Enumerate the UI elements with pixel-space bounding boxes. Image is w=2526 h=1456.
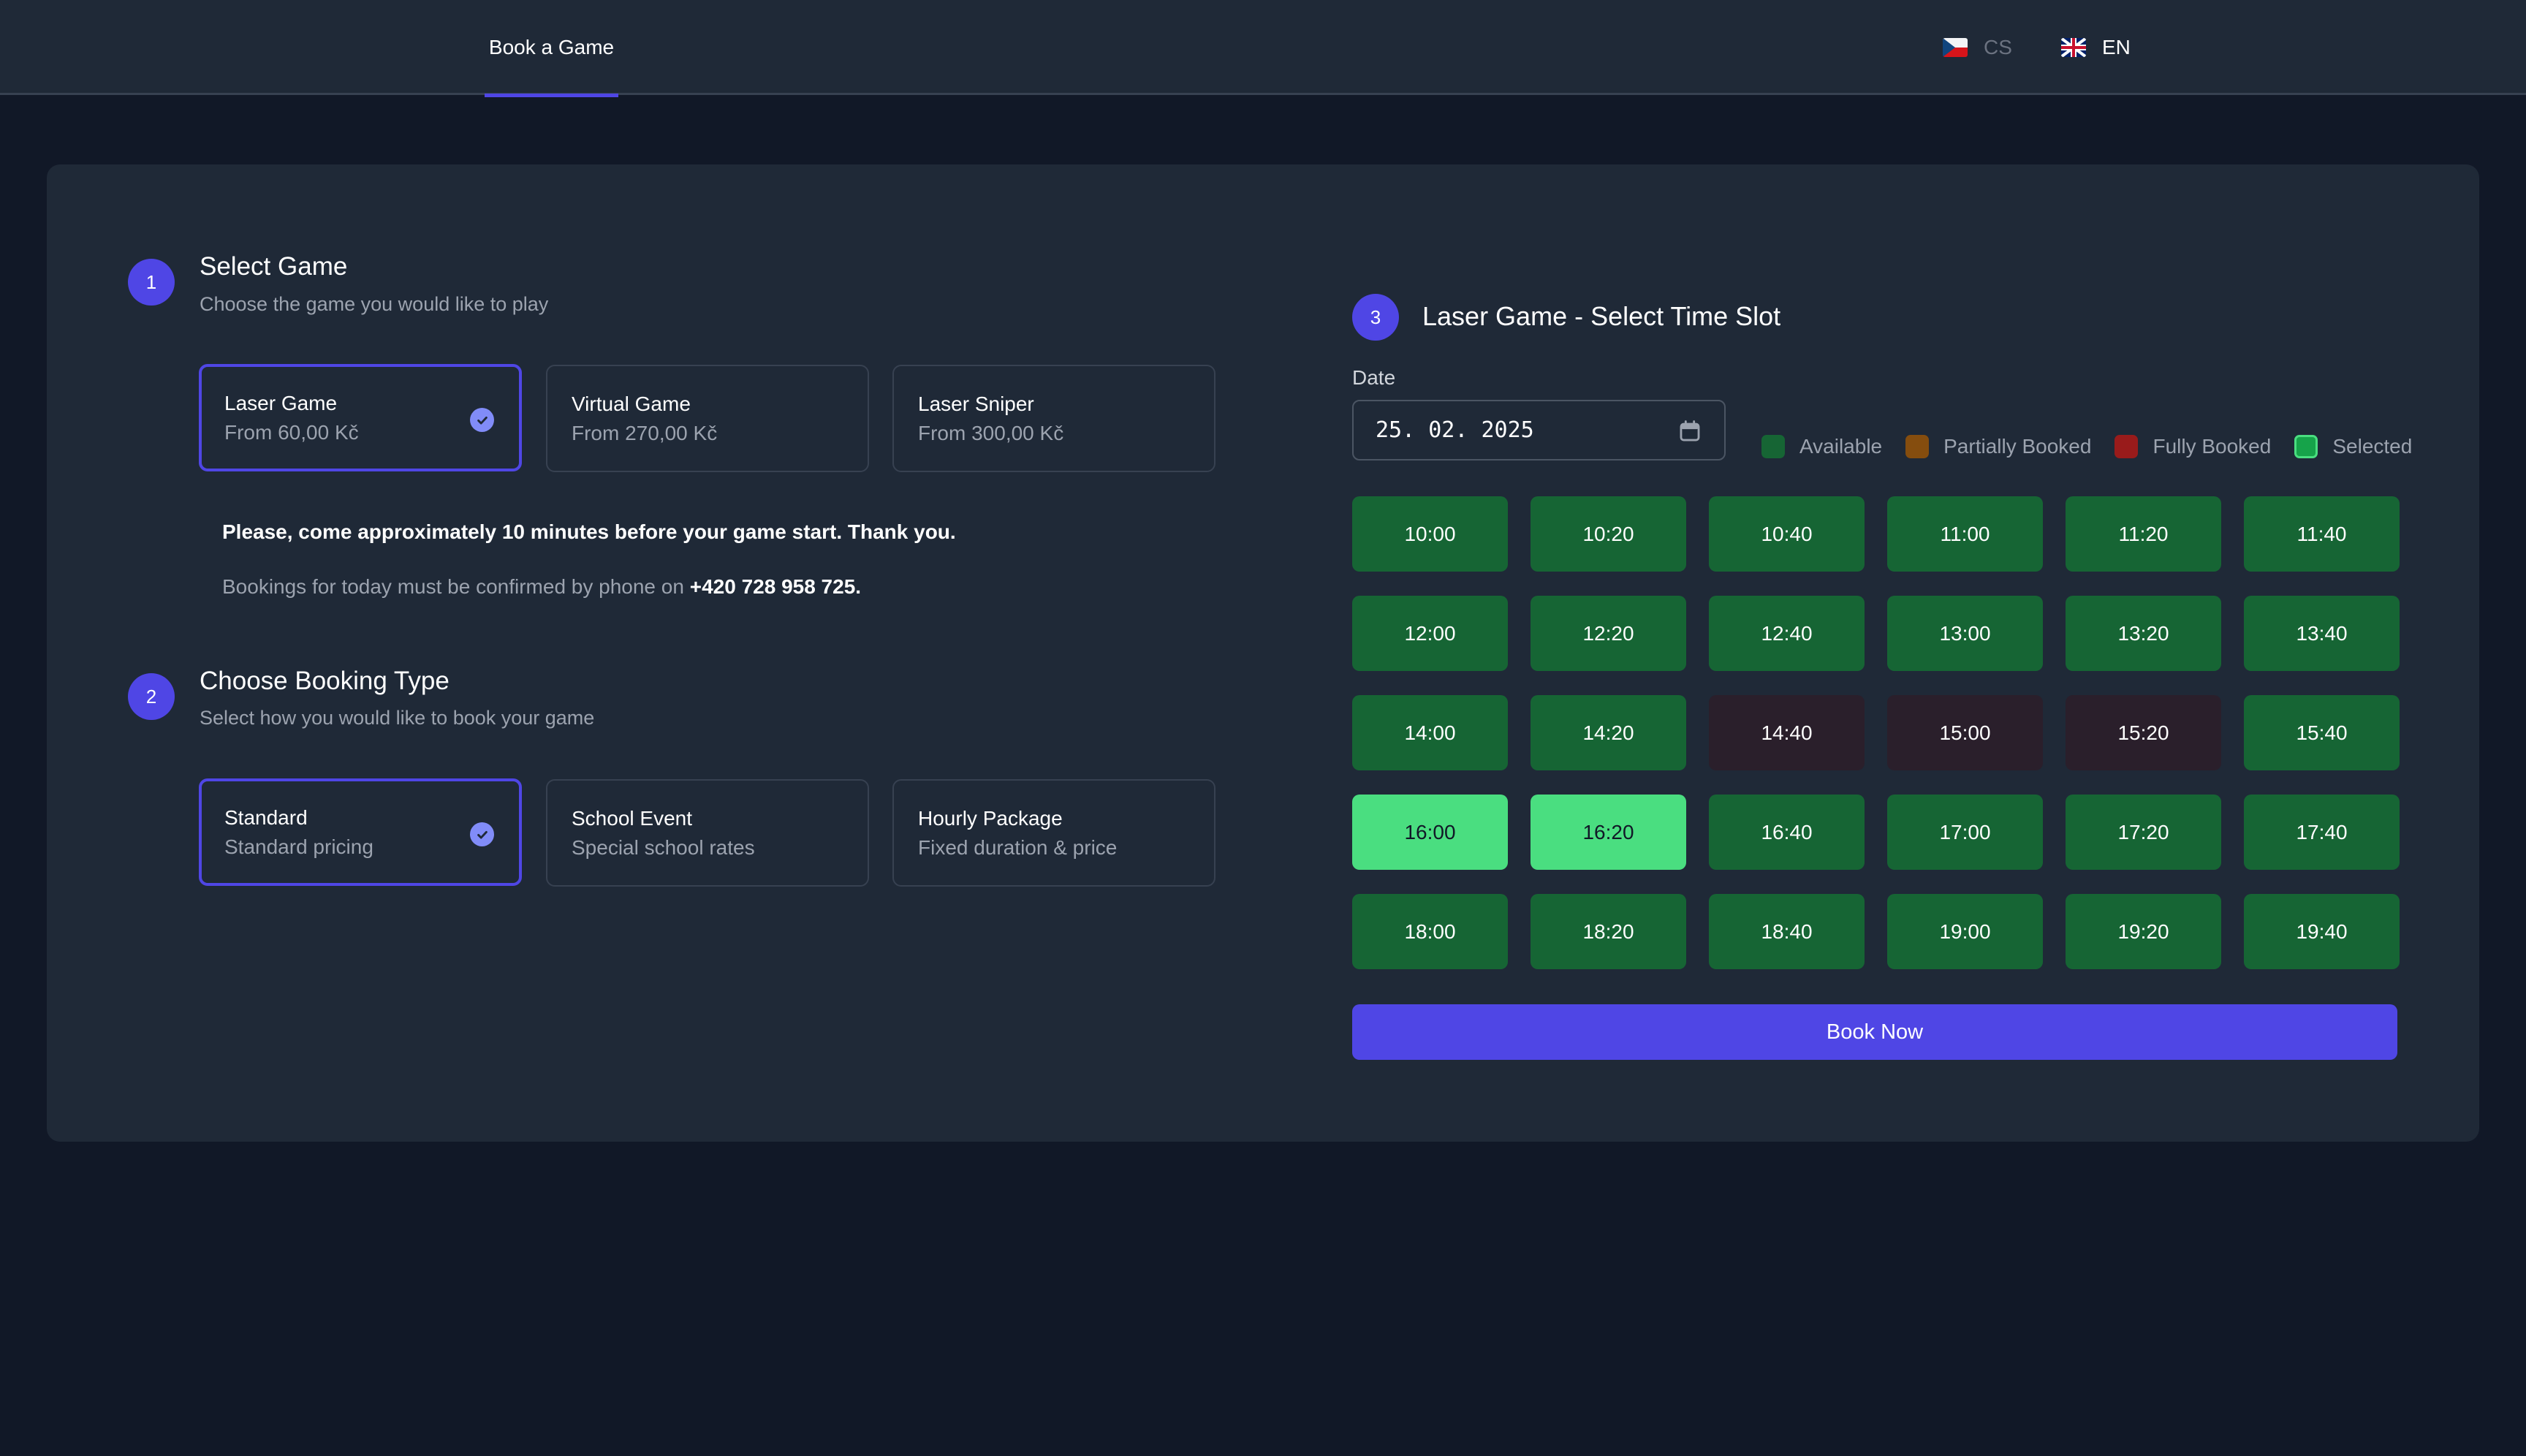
- time-slot-1420[interactable]: 14:20: [1531, 695, 1686, 770]
- selected-swatch: [2294, 435, 2318, 458]
- booking-type-school-event[interactable]: School Event Special school rates: [546, 779, 869, 887]
- time-slot-1100[interactable]: 11:00: [1887, 496, 2043, 572]
- step-1-subtitle: Choose the game you would like to play: [200, 293, 549, 315]
- time-slot-1620[interactable]: 16:20: [1531, 795, 1686, 870]
- legend-label: Fully Booked: [2153, 435, 2272, 458]
- phone-confirmation-note: Bookings for today must be confirmed by …: [222, 575, 861, 599]
- language-cs-label: CS: [1984, 36, 2012, 58]
- legend-label: Selected: [2332, 435, 2413, 458]
- step-3-number: 3: [1370, 306, 1381, 328]
- time-slot-1640[interactable]: 16:40: [1709, 795, 1865, 870]
- time-slot-1740[interactable]: 17:40: [2244, 795, 2400, 870]
- step-1-number: 1: [145, 270, 157, 293]
- time-slot-1240[interactable]: 12:40: [1709, 596, 1865, 671]
- time-slot-1820[interactable]: 18:20: [1531, 894, 1686, 969]
- legend-label: Partially Booked: [1943, 435, 2092, 458]
- time-slot-1140[interactable]: 11:40: [2244, 496, 2400, 572]
- time-slot-1000[interactable]: 10:00: [1352, 496, 1508, 572]
- legend-partially-booked: Partially Booked: [1905, 435, 2091, 458]
- step-3-title: Laser Game - Select Time Slot: [1422, 301, 1781, 331]
- step-3-badge: 3: [1352, 294, 1399, 341]
- nav-tab-book-a-game[interactable]: Book a Game: [485, 0, 618, 97]
- active-tab-indicator: [485, 94, 618, 97]
- game-option-laser-game[interactable]: Laser Game From 60,00 Kč: [199, 364, 522, 471]
- fully-booked-swatch: [2115, 435, 2139, 458]
- game-option-laser-sniper[interactable]: Laser Sniper From 300,00 Kč: [892, 365, 1215, 472]
- time-slot-1340[interactable]: 13:40: [2244, 596, 2400, 671]
- time-slot-1940[interactable]: 19:40: [2244, 894, 2400, 969]
- legend-available: Available: [1761, 435, 1882, 458]
- game-option-title: Virtual Game: [572, 393, 691, 415]
- legend-label: Available: [1799, 435, 1883, 458]
- legend-selected: Selected: [2294, 435, 2412, 458]
- booking-type-hourly-package[interactable]: Hourly Package Fixed duration & price: [892, 779, 1215, 887]
- time-slot-1440: 14:40: [1709, 695, 1865, 770]
- time-slot-1540[interactable]: 15:40: [2244, 695, 2400, 770]
- nav-tab-label: Book a Game: [488, 36, 615, 58]
- step-2-number: 2: [145, 685, 157, 708]
- game-option-price: From 300,00 Kč: [918, 422, 1064, 444]
- date-value: 25. 02. 2025: [1376, 417, 1534, 443]
- phone-number: +420 728 958 725.: [689, 575, 862, 598]
- game-option-price: From 270,00 Kč: [572, 422, 718, 444]
- time-slot-1900[interactable]: 19:00: [1887, 894, 2043, 969]
- booking-type-description: Fixed duration & price: [918, 836, 1118, 859]
- time-slot-1120[interactable]: 11:20: [2066, 496, 2221, 572]
- check-circle-icon: [470, 408, 494, 432]
- slot-legend: Available Partially Booked Fully Booked …: [1761, 432, 2412, 461]
- time-slot-1020[interactable]: 10:20: [1531, 496, 1686, 572]
- legend-fully-booked: Fully Booked: [2115, 435, 2271, 458]
- step-1-title: Select Game: [200, 252, 348, 281]
- time-slot-1040[interactable]: 10:40: [1709, 496, 1865, 572]
- date-label: Date: [1352, 366, 1396, 389]
- time-slot-1400[interactable]: 14:00: [1352, 695, 1508, 770]
- time-slot-1300[interactable]: 13:00: [1887, 596, 2043, 671]
- language-en-button[interactable]: EN: [2061, 29, 2131, 66]
- time-slot-1320[interactable]: 13:20: [2066, 596, 2221, 671]
- booking-type-standard[interactable]: Standard Standard pricing: [199, 778, 522, 886]
- booking-type-title: Hourly Package: [918, 807, 1063, 830]
- book-now-button[interactable]: Book Now: [1352, 1004, 2397, 1060]
- time-slot-1200[interactable]: 12:00: [1352, 596, 1508, 671]
- time-slot-1700[interactable]: 17:00: [1887, 795, 2043, 870]
- uk-flag-icon: [2061, 38, 2086, 57]
- calendar-icon[interactable]: [1677, 419, 1702, 444]
- arrival-note: Please, come approximately 10 minutes be…: [222, 520, 956, 543]
- time-slot-1520: 15:20: [2066, 695, 2221, 770]
- language-cs-button[interactable]: CS: [1943, 29, 2012, 66]
- step-2-subtitle: Select how you would like to book your g…: [200, 707, 595, 729]
- game-option-title: Laser Game: [224, 392, 338, 414]
- time-slot-1840[interactable]: 18:40: [1709, 894, 1865, 969]
- phone-note-text: Bookings for today must be confirmed by …: [222, 575, 690, 598]
- step-2-title: Choose Booking Type: [200, 667, 450, 695]
- game-option-virtual-game[interactable]: Virtual Game From 270,00 Kč: [546, 365, 869, 472]
- check-circle-icon: [470, 822, 494, 846]
- booking-type-description: Standard pricing: [224, 835, 373, 858]
- partially-booked-swatch: [1905, 435, 1930, 458]
- time-slot-1500: 15:00: [1887, 695, 2043, 770]
- time-slot-1220[interactable]: 12:20: [1531, 596, 1686, 671]
- step-1-badge: 1: [128, 259, 175, 306]
- booking-type-title: School Event: [572, 807, 692, 830]
- game-option-title: Laser Sniper: [918, 393, 1034, 415]
- time-slot-1920[interactable]: 19:20: [2066, 894, 2221, 969]
- time-slot-1720[interactable]: 17:20: [2066, 795, 2221, 870]
- czech-flag-icon: [1943, 38, 1968, 57]
- step-2-badge: 2: [128, 673, 175, 720]
- date-input[interactable]: 25. 02. 2025: [1352, 400, 1726, 460]
- booking-type-description: Special school rates: [572, 836, 755, 859]
- time-slot-1800[interactable]: 18:00: [1352, 894, 1508, 969]
- language-en-label: EN: [2102, 36, 2131, 58]
- top-nav: Book a Game CS EN: [0, 0, 2526, 97]
- time-slot-1600[interactable]: 16:00: [1352, 795, 1508, 870]
- available-swatch: [1761, 435, 1785, 458]
- game-option-price: From 60,00 Kč: [224, 421, 359, 444]
- booking-type-title: Standard: [224, 806, 308, 829]
